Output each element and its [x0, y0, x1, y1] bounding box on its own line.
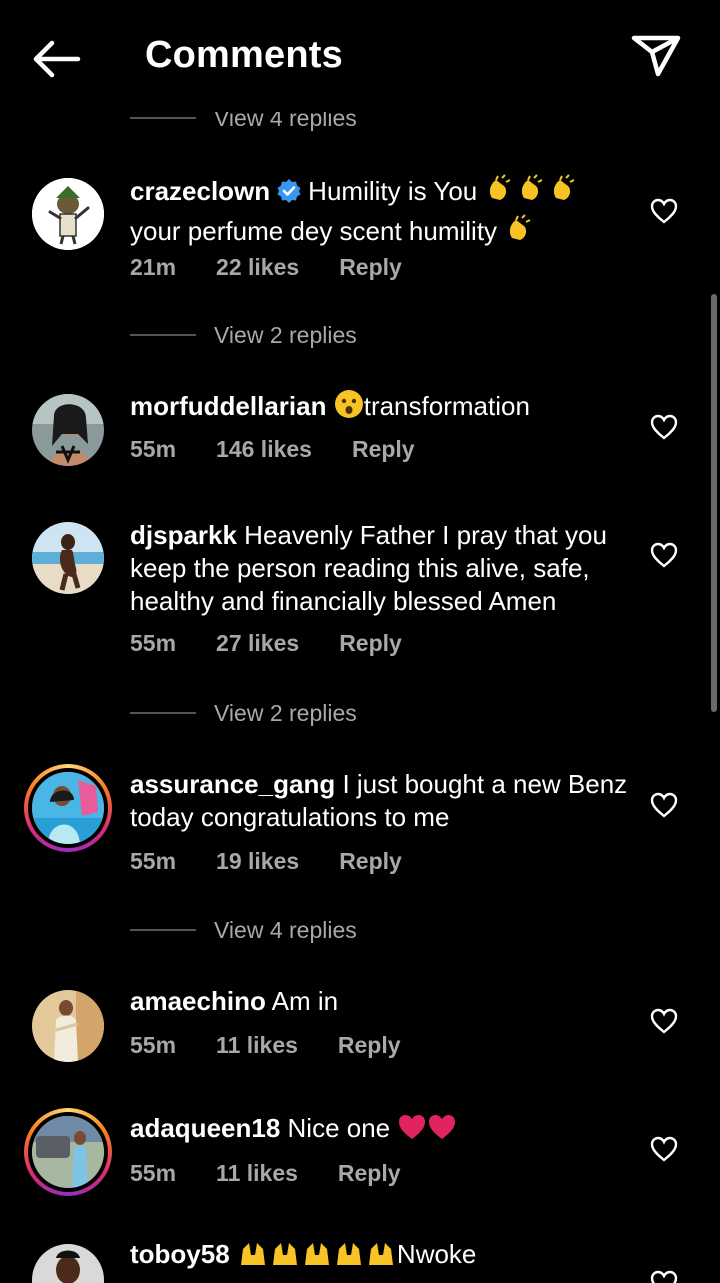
- surprised-face-emoji: [334, 389, 364, 427]
- raising-hands-emoji: [301, 1239, 333, 1275]
- red-heart-emoji: [427, 1113, 457, 1149]
- likes-count[interactable]: 22 likes: [216, 254, 299, 281]
- likes-count[interactable]: 11 likes: [216, 1032, 298, 1059]
- likes-count[interactable]: 19 likes: [216, 848, 299, 875]
- send-icon[interactable]: [628, 28, 684, 80]
- comment-meta: 55m 146 likes Reply: [130, 436, 455, 463]
- comment-text: adaqueen18 Nice one: [130, 1112, 630, 1149]
- avatar[interactable]: [32, 990, 104, 1062]
- comment-meta: 55m 27 likes Reply: [130, 630, 442, 657]
- page-title: Comments: [145, 34, 343, 76]
- comment-text: djsparkk Heavenly Father I pray that you…: [130, 520, 607, 616]
- top-bar: Comments: [0, 0, 720, 112]
- heart-icon[interactable]: [650, 1008, 678, 1034]
- likes-count[interactable]: 146 likes: [216, 436, 312, 463]
- comment-time: 55m: [130, 1160, 177, 1186]
- comment-meta: 55m 19 likes Reply: [130, 848, 442, 875]
- avatar[interactable]: [32, 178, 104, 250]
- comment-text: assurance_gang I just bought a new Benz …: [130, 769, 628, 832]
- likes-count[interactable]: 27 likes: [216, 630, 299, 657]
- comment-username[interactable]: adaqueen18: [130, 1113, 280, 1143]
- view-replies-link[interactable]: View 2 replies: [130, 317, 357, 353]
- raising-hands-emoji: [269, 1239, 301, 1275]
- comment-username[interactable]: toboy58: [130, 1239, 230, 1269]
- heart-icon[interactable]: [650, 198, 678, 224]
- heart-icon[interactable]: [650, 1136, 678, 1162]
- view-replies-link[interactable]: View 2 replies: [130, 695, 357, 731]
- comment-text: morfuddellarian transformation: [130, 389, 630, 427]
- comment-username[interactable]: assurance_gang: [130, 769, 335, 799]
- comment-text: toboy58 Nwoke: [130, 1238, 630, 1275]
- avatar[interactable]: [32, 522, 104, 594]
- divider: [130, 117, 196, 119]
- red-heart-emoji: [397, 1113, 427, 1149]
- reply-button[interactable]: Reply: [352, 436, 415, 463]
- likes-count[interactable]: 11 likes: [216, 1160, 298, 1187]
- avatar[interactable]: [24, 764, 112, 852]
- reply-button[interactable]: Reply: [339, 254, 402, 281]
- reply-button[interactable]: Reply: [339, 848, 402, 875]
- divider: [130, 334, 196, 336]
- avatar[interactable]: [24, 1108, 112, 1196]
- raising-hands-emoji: [237, 1239, 269, 1275]
- comment-meta: 55m 11 likes Reply: [130, 1160, 441, 1187]
- comment-time: 55m: [130, 630, 177, 656]
- avatar[interactable]: [32, 1244, 104, 1283]
- clapping-hands-emoji: [516, 172, 548, 212]
- comment-username[interactable]: amaechino: [130, 986, 266, 1016]
- raising-hands-emoji: [333, 1239, 365, 1275]
- reply-button[interactable]: Reply: [339, 630, 402, 657]
- raising-hands-emoji: [365, 1239, 397, 1275]
- comment-time: 55m: [130, 848, 177, 874]
- heart-icon[interactable]: [650, 542, 678, 568]
- heart-icon[interactable]: [650, 792, 678, 818]
- divider: [130, 929, 196, 931]
- comment-time: 55m: [130, 436, 177, 462]
- reply-button[interactable]: Reply: [338, 1032, 401, 1059]
- comment-text: amaechino Am in: [130, 986, 339, 1016]
- clapping-hands-emoji: [484, 172, 516, 212]
- comment-meta: 21m 22 likes Reply: [130, 254, 442, 281]
- comment-username[interactable]: morfuddellarian: [130, 391, 326, 421]
- avatar[interactable]: [32, 394, 104, 466]
- reply-button[interactable]: Reply: [338, 1160, 401, 1187]
- comment-text: crazeclown Humility is You your perfume d…: [130, 172, 630, 252]
- scrollbar[interactable]: [711, 294, 717, 712]
- divider: [130, 712, 196, 714]
- comment-username[interactable]: djsparkk: [130, 520, 237, 550]
- back-arrow-icon[interactable]: [28, 36, 84, 82]
- heart-icon[interactable]: [650, 414, 678, 440]
- verified-badge-icon: [276, 178, 302, 204]
- comment-time: 21m: [130, 254, 177, 280]
- view-replies-link[interactable]: View 4 replies: [130, 912, 357, 948]
- heart-icon[interactable]: [650, 1270, 678, 1283]
- comment-username[interactable]: crazeclown: [130, 176, 270, 206]
- comment-item: toboy58 Nwoke: [0, 1236, 720, 1283]
- comment-time: 55m: [130, 1032, 177, 1058]
- clapping-hands-emoji: [548, 172, 580, 212]
- clapping-hands-emoji: [504, 212, 536, 252]
- comment-meta: 55m 11 likes Reply: [130, 1032, 441, 1059]
